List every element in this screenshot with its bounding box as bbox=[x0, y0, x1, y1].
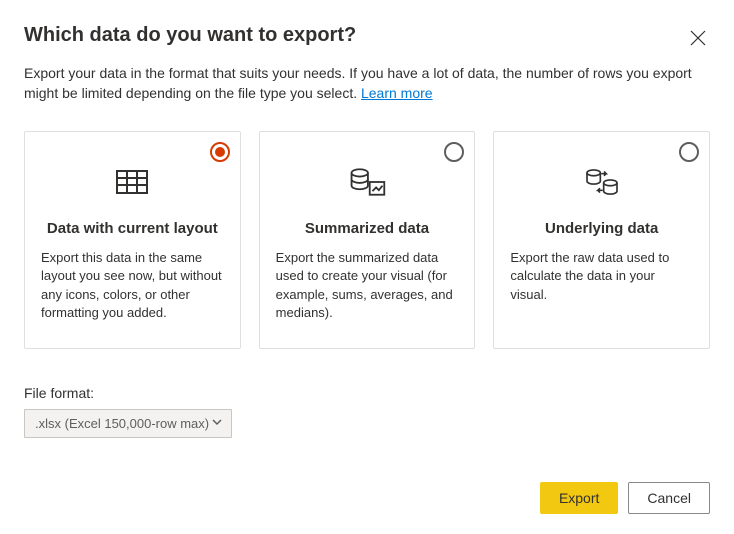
export-button[interactable]: Export bbox=[540, 482, 618, 514]
table-icon bbox=[41, 158, 224, 206]
export-options: Data with current layout Export this dat… bbox=[24, 131, 710, 349]
radio-unselected-icon bbox=[679, 142, 699, 162]
option-description: Export the raw data used to calculate th… bbox=[510, 249, 693, 304]
file-format-value: .xlsx (Excel 150,000-row max) bbox=[35, 416, 209, 431]
close-icon bbox=[690, 30, 706, 46]
option-summarized-data[interactable]: Summarized data Export the summarized da… bbox=[259, 131, 476, 349]
radio-unselected-icon bbox=[444, 142, 464, 162]
dialog-title: Which data do you want to export? bbox=[24, 24, 356, 47]
cancel-button[interactable]: Cancel bbox=[628, 482, 710, 514]
description-text: Export your data in the format that suit… bbox=[24, 65, 692, 101]
summarized-icon bbox=[276, 158, 459, 206]
option-description: Export the summarized data used to creat… bbox=[276, 249, 459, 322]
option-underlying-data[interactable]: Underlying data Export the raw data used… bbox=[493, 131, 710, 349]
option-data-with-current-layout[interactable]: Data with current layout Export this dat… bbox=[24, 131, 241, 349]
dialog-footer: Export Cancel bbox=[540, 482, 710, 514]
radio-selected-icon bbox=[210, 142, 230, 162]
option-description: Export this data in the same layout you … bbox=[41, 249, 224, 322]
learn-more-link[interactable]: Learn more bbox=[361, 85, 433, 101]
option-title: Summarized data bbox=[276, 220, 459, 237]
dialog-description: Export your data in the format that suit… bbox=[24, 64, 704, 103]
file-format-select[interactable]: .xlsx (Excel 150,000-row max) bbox=[24, 409, 232, 438]
chevron-down-icon bbox=[211, 416, 223, 431]
option-title: Data with current layout bbox=[41, 220, 224, 237]
underlying-icon bbox=[510, 158, 693, 206]
option-title: Underlying data bbox=[510, 220, 693, 237]
close-button[interactable] bbox=[686, 26, 710, 50]
file-format-label: File format: bbox=[24, 385, 710, 401]
